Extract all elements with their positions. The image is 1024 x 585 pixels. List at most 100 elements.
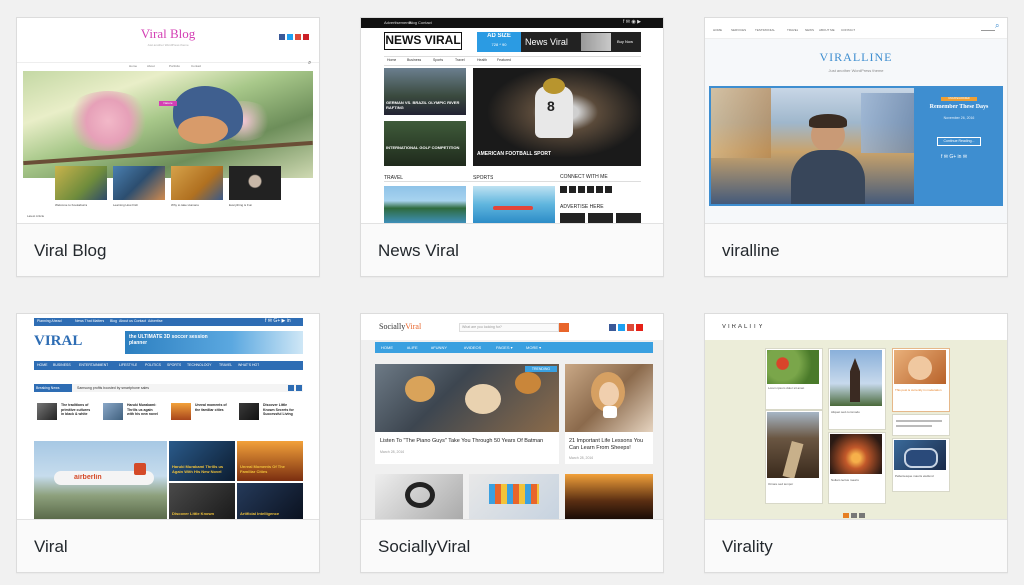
facebook-icon[interactable]: [279, 34, 285, 40]
menu-item[interactable]: HOME: [713, 28, 722, 32]
nav-item[interactable]: Sports: [433, 58, 443, 62]
menu-item[interactable]: Portfolio: [169, 64, 180, 68]
sports-image[interactable]: [473, 186, 555, 223]
thumbnail[interactable]: [229, 166, 281, 200]
theme-card-virality[interactable]: VIRALITY Lorem ipsum dolor sit amet Orna…: [704, 313, 1008, 573]
thumbnail-caption[interactable]: Everything is Fun: [229, 203, 252, 207]
thumbnail-caption[interactable]: Welcome to Kookaburra: [55, 203, 87, 207]
news-title[interactable]: Unreal moments of the familiar cities: [195, 403, 227, 412]
twitter-icon[interactable]: [618, 324, 625, 331]
topbar-item[interactable]: Advertise: [148, 319, 163, 323]
menu-item[interactable]: NEWS: [805, 28, 814, 32]
nav-item[interactable]: #FUNNY: [431, 345, 447, 350]
theme-name[interactable]: Viral: [17, 519, 319, 572]
featured-title[interactable]: AMERICAN FOOTBALL SPORT: [477, 151, 551, 157]
theme-name[interactable]: News Viral: [361, 223, 663, 276]
topbar-link[interactable]: Advertisements: [384, 20, 412, 25]
theme-card-news-viral[interactable]: Advertisements Blog Contact f ✉ ◉ ▶ NEWS…: [360, 17, 664, 277]
grid-image[interactable]: [237, 441, 303, 481]
news-thumb[interactable]: [171, 403, 191, 420]
menu-item[interactable]: TRAVEL: [787, 28, 798, 32]
pagination-page[interactable]: [843, 513, 849, 518]
theme-card-viral[interactable]: Planning Ahead News That Matters Blog Ab…: [16, 313, 320, 573]
grid-title[interactable]: Artificial Intelligence: [240, 511, 300, 516]
social-icon-row[interactable]: [560, 186, 640, 193]
theme-card-sociallyviral[interactable]: SociallyViral What are you looking for? …: [360, 313, 664, 573]
next-arrow[interactable]: [296, 385, 302, 391]
post-image[interactable]: [767, 350, 819, 384]
menu-item[interactable]: ABOUT ME: [819, 28, 835, 32]
nav-item[interactable]: POLITICS: [145, 363, 161, 367]
menu-item[interactable]: SERVICES: [731, 28, 746, 32]
pagination-page[interactable]: [859, 513, 865, 518]
nav-item[interactable]: WHAT'S HOT: [238, 363, 259, 367]
site-logo[interactable]: VIRAL: [34, 333, 82, 350]
search-icon[interactable]: ⌕: [308, 60, 311, 67]
post-image[interactable]: [894, 350, 946, 384]
post-image[interactable]: [830, 350, 882, 406]
prev-arrow[interactable]: [288, 385, 294, 391]
theme-screenshot[interactable]: Viral Blog Just another WordPress theme …: [17, 18, 319, 223]
topbar-link[interactable]: Blog: [409, 20, 417, 25]
news-thumb[interactable]: [103, 403, 123, 420]
theme-screenshot[interactable]: Planning Ahead News That Matters Blog Ab…: [17, 314, 319, 519]
theme-name[interactable]: viralline: [705, 223, 1007, 276]
nav-item[interactable]: Featured: [497, 58, 511, 62]
story-image[interactable]: [384, 121, 466, 166]
twitter-icon[interactable]: [287, 34, 293, 40]
nav-item[interactable]: PAGES ▾: [496, 345, 513, 350]
theme-name[interactable]: Viral Blog: [17, 223, 319, 276]
thumbnail[interactable]: [55, 166, 107, 200]
nav-item[interactable]: BUSINESS: [53, 363, 71, 367]
share-icons[interactable]: f ✉ G+ in ✉: [941, 154, 967, 160]
theme-card-viral-blog[interactable]: Viral Blog Just another WordPress theme …: [16, 17, 320, 277]
google-plus-icon[interactable]: [295, 34, 301, 40]
ad-placeholder[interactable]: [588, 213, 613, 223]
theme-screenshot[interactable]: Advertisements Blog Contact f ✉ ◉ ▶ NEWS…: [361, 18, 663, 223]
menu-item[interactable]: CONTACT: [841, 28, 855, 32]
post-title[interactable]: 21 Important Life Lessons You Can Learn …: [569, 438, 651, 452]
nav-item[interactable]: #VIDEOS: [464, 345, 481, 350]
topbar-item[interactable]: Contact: [134, 319, 146, 323]
menu-item[interactable]: TESTIMONIAL: [755, 28, 775, 32]
news-title[interactable]: Discover Little Known Secrets for Succes…: [263, 403, 299, 417]
thumbnail-caption[interactable]: Why to take Humans: [171, 203, 199, 207]
topbar-item[interactable]: Blog: [110, 319, 117, 323]
menu-item[interactable]: Home: [129, 64, 137, 68]
menu-item[interactable]: Contact: [191, 64, 201, 68]
featured-image[interactable]: [711, 88, 914, 204]
search-button[interactable]: [559, 323, 569, 332]
search-input[interactable]: [981, 27, 995, 31]
post-image[interactable]: [894, 440, 946, 470]
google-plus-icon[interactable]: [627, 324, 634, 331]
nav-item[interactable]: Travel: [455, 58, 465, 62]
ad-placeholder[interactable]: [616, 213, 641, 223]
nav-item[interactable]: Home: [387, 58, 396, 62]
story-title[interactable]: GERMAN VS. BRAZIL OLYMPIC RIVER RAFTING: [386, 100, 464, 110]
post-image[interactable]: [469, 474, 559, 519]
news-title[interactable]: The traditions of primitive cultures in …: [61, 403, 93, 417]
ad-placeholder[interactable]: [560, 213, 585, 223]
site-logo[interactable]: VIRALITY: [722, 324, 765, 330]
nav-item[interactable]: HOME: [381, 345, 393, 350]
pinterest-icon[interactable]: [303, 34, 309, 40]
grid-title[interactable]: Haruki Murakami Thrills us Again With Hi…: [172, 464, 232, 474]
nav-item[interactable]: HOME: [37, 363, 48, 367]
theme-name[interactable]: SociallyViral: [361, 519, 663, 572]
nav-item[interactable]: Health: [477, 58, 487, 62]
pagination-page[interactable]: [851, 513, 857, 518]
post-image[interactable]: [767, 412, 819, 478]
news-title[interactable]: Haruki Murakami: Thrills us again with h…: [127, 403, 159, 417]
topbar-item[interactable]: Planning Ahead: [37, 319, 62, 323]
site-logo[interactable]: SociallyViral: [379, 322, 421, 331]
nav-item[interactable]: TRAVEL: [219, 363, 232, 367]
topbar-link[interactable]: Contact: [418, 20, 432, 25]
nav-item[interactable]: Business: [407, 58, 421, 62]
post-image[interactable]: [565, 474, 653, 519]
theme-screenshot[interactable]: SociallyViral What are you looking for? …: [361, 314, 663, 519]
site-title[interactable]: VIRALLINE: [705, 50, 1007, 65]
nav-item[interactable]: #LIFE: [407, 345, 418, 350]
nav-item[interactable]: SPORTS: [167, 363, 181, 367]
theme-screenshot[interactable]: VIRALITY Lorem ipsum dolor sit amet Orna…: [705, 314, 1007, 519]
social-icons[interactable]: f ✉ G+ ▶ in: [265, 318, 291, 324]
